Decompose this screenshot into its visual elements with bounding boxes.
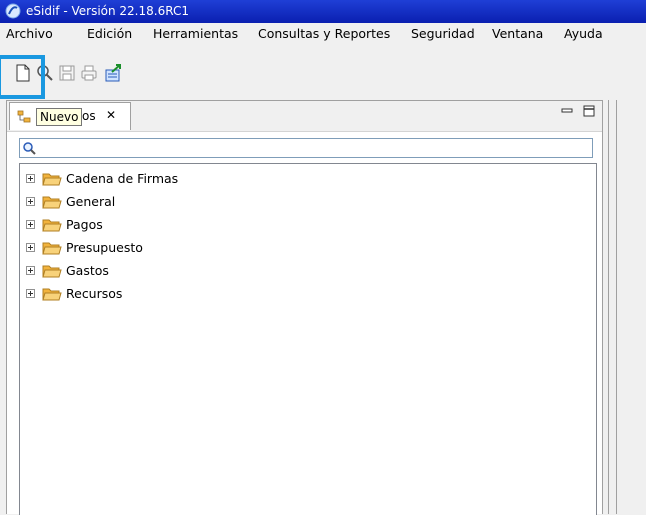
tooltip-nuevo: Nuevo — [36, 108, 83, 126]
print-icon[interactable] — [80, 64, 98, 82]
tree-view: Cadena de Firmas General Pagos Presupues… — [19, 163, 597, 515]
folder-icon — [42, 196, 62, 209]
folder-icon — [42, 265, 62, 278]
search-icon[interactable] — [36, 64, 54, 82]
tree-item-label: Pagos — [66, 217, 103, 232]
minimize-icon[interactable] — [560, 104, 574, 118]
save-icon[interactable] — [58, 64, 76, 82]
filter-input[interactable] — [38, 140, 592, 158]
expand-icon[interactable] — [26, 289, 35, 298]
menu-herramientas[interactable]: Herramientas — [153, 26, 238, 41]
tree-item-general[interactable]: General — [26, 192, 326, 212]
tree-item-label: Gastos — [66, 263, 109, 278]
search-icon — [23, 142, 36, 155]
editor-area — [608, 100, 646, 514]
tree-item-label: Cadena de Firmas — [66, 171, 179, 186]
tree-item-pagos[interactable]: Pagos — [26, 215, 326, 235]
menu-archivo[interactable]: Archivo — [6, 26, 53, 41]
expand-icon[interactable] — [26, 220, 35, 229]
folder-icon — [42, 173, 62, 186]
window-title: eSidif - Versión 22.18.6RC1 — [26, 4, 189, 18]
tree-item-label: Presupuesto — [66, 240, 143, 255]
tree-item-label: Recursos — [66, 286, 123, 301]
toolbar — [0, 45, 646, 99]
expand-icon[interactable] — [26, 174, 35, 183]
tree-item-gastos[interactable]: Gastos — [26, 261, 326, 281]
title-bar: eSidif - Versión 22.18.6RC1 — [0, 0, 646, 23]
view-tab[interactable]: Nuevo os ✕ — [9, 102, 131, 130]
menu-consultas-reportes[interactable]: Consultas y Reportes — [258, 26, 390, 41]
view-tab-title: os — [82, 109, 96, 123]
filter-box — [19, 138, 593, 158]
view-tab-bar: Nuevo os ✕ — [7, 101, 602, 132]
folder-icon — [42, 242, 62, 255]
tree-view-icon — [17, 110, 31, 123]
export-icon[interactable] — [104, 64, 122, 82]
menu-seguridad[interactable]: Seguridad — [411, 26, 475, 41]
tree-item-cadena-de-firmas[interactable]: Cadena de Firmas — [26, 169, 326, 189]
expand-icon[interactable] — [26, 197, 35, 206]
app-logo-icon — [5, 3, 21, 19]
menu-ventana[interactable]: Ventana — [492, 26, 543, 41]
folder-icon — [42, 219, 62, 232]
tree-item-presupuesto[interactable]: Presupuesto — [26, 238, 326, 258]
new-document-icon[interactable] — [14, 64, 32, 82]
tree-item-label: General — [66, 194, 116, 209]
folder-icon — [42, 288, 62, 301]
expand-icon[interactable] — [26, 266, 35, 275]
menu-ayuda[interactable]: Ayuda — [564, 26, 603, 41]
maximize-icon[interactable] — [582, 104, 596, 118]
tree-item-recursos[interactable]: Recursos — [26, 284, 326, 304]
menu-bar: Archivo Edición Herramientas Consultas y… — [0, 23, 646, 45]
expand-icon[interactable] — [26, 243, 35, 252]
menu-edicion[interactable]: Edición — [87, 26, 132, 41]
close-icon[interactable]: ✕ — [106, 108, 116, 122]
navigator-view: Nuevo os ✕ Cadena de Firmas General Pago… — [6, 100, 603, 515]
editor-panel — [616, 100, 646, 514]
